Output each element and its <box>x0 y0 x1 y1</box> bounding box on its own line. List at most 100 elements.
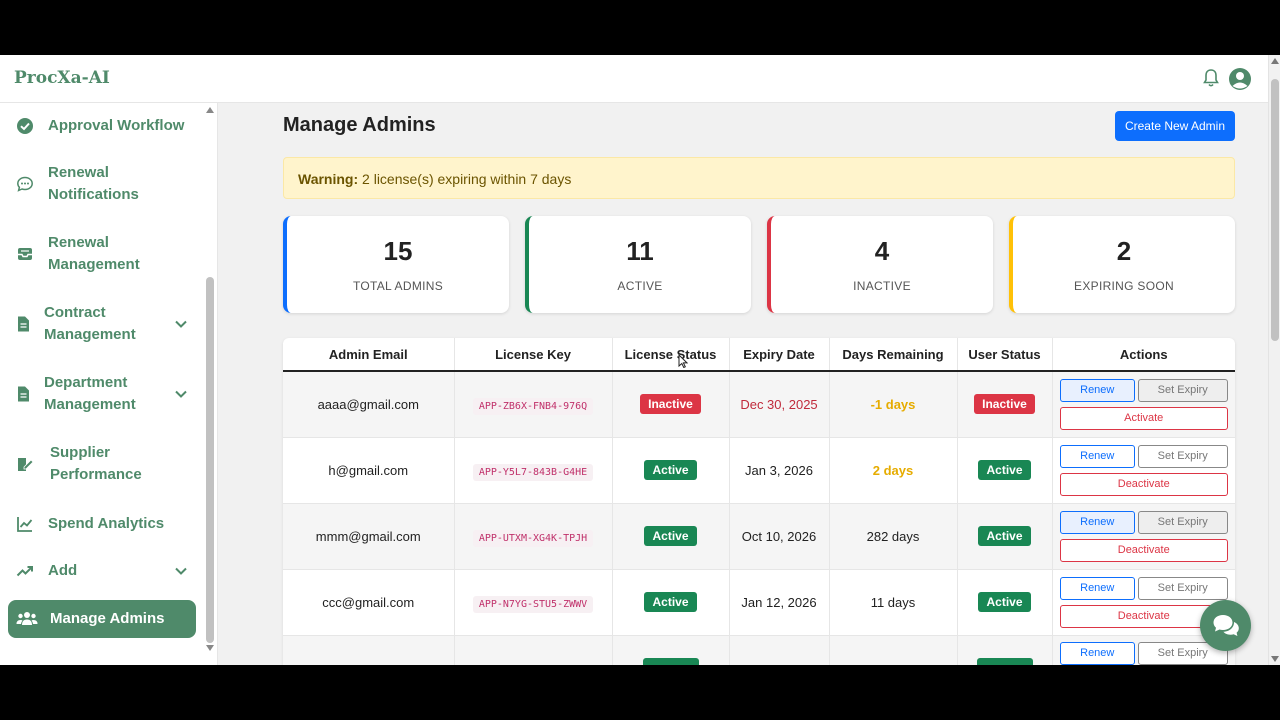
window-scrollbar[interactable] <box>1268 55 1280 665</box>
sidebar: Approval Workflow Renewal Notifications R… <box>0 103 218 665</box>
sidebar-item-supplier-performance[interactable]: Supplier Performance <box>8 442 196 486</box>
renew-button[interactable]: Renew <box>1059 378 1135 402</box>
admin-email: ccc@gmail.com <box>283 569 455 636</box>
sidebar-scroll-thumb[interactable] <box>206 277 214 643</box>
set-expiry-button[interactable]: Set Expiry <box>1137 378 1228 402</box>
chevron-down-icon[interactable] <box>174 317 188 331</box>
license-key: APP-UTXM-XG4K-TPJH <box>472 529 594 547</box>
set-expiry-button[interactable]: Set Expiry <box>1137 576 1228 600</box>
stat-value: 4 <box>874 236 890 266</box>
column-header[interactable]: Actions <box>1052 338 1235 372</box>
set-expiry-button[interactable]: Set Expiry <box>1137 444 1228 468</box>
set-expiry-button[interactable]: Set Expiry <box>1137 510 1228 534</box>
sidebar-item-manage-admins[interactable]: Manage Admins <box>8 600 196 638</box>
row-actions: Renew Set Expiry Activate <box>1053 378 1236 430</box>
sidebar-item-label: Renewal <box>48 234 109 251</box>
sidebar-item-renewal-notifications[interactable]: Renewal Notifications <box>8 162 196 206</box>
stat-value: 2 <box>1116 236 1132 266</box>
chat-button[interactable] <box>1200 600 1251 651</box>
create-new-admin-button[interactable]: Create New Admin <box>1115 111 1235 141</box>
column-header[interactable]: License Key <box>454 338 613 372</box>
column-header[interactable]: Admin Email <box>283 338 455 372</box>
sidebar-item-renewal-management[interactable]: Renewal Management <box>8 232 196 276</box>
admin-email: mmm@gmail.com <box>283 503 455 570</box>
warning-text: 2 license(s) expiring within 7 days <box>362 171 572 187</box>
renew-button[interactable]: Renew <box>1059 444 1135 468</box>
sidebar-item-approval-workflow[interactable]: Approval Workflow <box>8 114 196 138</box>
chevron-down-icon[interactable] <box>174 564 188 578</box>
days-remaining: 11 days <box>829 569 958 636</box>
days-remaining: 282 days <box>829 503 958 570</box>
user-avatar-icon[interactable] <box>1228 67 1252 91</box>
sidebar-item-add[interactable]: Add <box>8 559 196 583</box>
bell-icon[interactable] <box>1202 68 1220 88</box>
user-status-badge: Active <box>978 592 1031 612</box>
stat-label: TOTAL ADMINS <box>352 279 444 293</box>
line-chart-icon <box>17 517 33 532</box>
scroll-up-arrow-icon[interactable] <box>1271 58 1279 64</box>
page-title: Manage Admins <box>283 114 436 136</box>
sidebar-item-label: Spend Analytics <box>48 515 165 532</box>
table-row: Renew Set Expiry <box>283 635 1235 665</box>
stat-value: 11 <box>626 236 654 266</box>
expiry-date: Oct 10, 2026 <box>729 503 830 570</box>
stat-card-inactive: 4 INACTIVE <box>767 216 993 313</box>
sidebar-item-label: Add <box>48 562 78 579</box>
scroll-down-arrow-icon[interactable] <box>1271 656 1279 662</box>
renew-button[interactable]: Renew <box>1059 641 1135 665</box>
sidebar-item-label: Supplier <box>50 444 111 461</box>
license-status-badge: Inactive <box>640 394 701 415</box>
column-header[interactable]: User Status <box>957 338 1053 372</box>
row-actions: Renew Set Expiry Deactivate <box>1053 444 1236 496</box>
activate-button[interactable]: Activate <box>1059 406 1228 430</box>
column-header[interactable]: Days Remaining <box>829 338 958 372</box>
user-status-badge: Active <box>978 460 1031 480</box>
file-icon <box>18 386 29 402</box>
file-icon <box>18 316 29 332</box>
sidebar-item-label: Management <box>44 326 136 343</box>
license-key: APP-Y5L7-843B-G4HE <box>472 463 594 481</box>
table-row: h@gmail.com APP-Y5L7-843B-G4HE Active Ja… <box>283 437 1236 504</box>
license-key: APP-N7YG-STU5-ZWWV <box>472 595 594 613</box>
mouse-cursor-icon <box>678 354 688 368</box>
stat-card-total-admins: 15 TOTAL ADMINS <box>283 216 509 313</box>
expiry-date: Jan 12, 2026 <box>729 569 830 636</box>
chat-bubbles-icon <box>1213 615 1239 636</box>
sidebar-item-label: Performance <box>50 466 142 483</box>
users-icon <box>16 612 38 625</box>
sidebar-item-contract-management[interactable]: Contract Management <box>8 302 196 346</box>
row-actions: Renew Set Expiry <box>1053 641 1236 665</box>
license-status-badge: Active <box>644 526 697 546</box>
sidebar-item-department-management[interactable]: Department Management <box>8 372 196 416</box>
renew-button[interactable]: Renew <box>1059 576 1135 600</box>
warning-label: Warning: <box>298 171 359 187</box>
deactivate-button[interactable]: Deactivate <box>1059 538 1228 562</box>
warning-alert: Warning: 2 license(s) expiring within 7 … <box>283 157 1235 199</box>
license-status-badge <box>642 657 699 665</box>
days-remaining: -1 days <box>829 371 958 438</box>
sidebar-item-spend-analytics[interactable]: Spend Analytics <box>8 512 196 536</box>
sidebar-scrollbar[interactable] <box>203 103 217 659</box>
scroll-down-arrow-icon[interactable] <box>206 645 214 651</box>
admins-table-card: Admin Email License Key License Status E… <box>283 338 1235 665</box>
days-remaining: 2 days <box>829 437 958 504</box>
scroll-up-arrow-icon[interactable] <box>206 107 214 113</box>
trend-up-icon <box>16 566 33 577</box>
renew-button[interactable]: Renew <box>1059 510 1135 534</box>
license-key: APP-ZB6X-FNB4-976Q <box>472 397 594 415</box>
row-actions: Renew Set Expiry Deactivate <box>1053 510 1236 562</box>
table-row: mmm@gmail.com APP-UTXM-XG4K-TPJH Active … <box>283 503 1236 570</box>
column-header[interactable]: License Status <box>612 338 730 372</box>
letterbox-bottom <box>0 665 1280 720</box>
sidebar-item-label: Management <box>48 256 140 273</box>
window-scroll-thumb[interactable] <box>1271 79 1279 341</box>
admins-table: Admin Email License Key License Status E… <box>283 338 1235 665</box>
chevron-down-icon[interactable] <box>174 387 188 401</box>
brand-logo[interactable]: ProcXa-AI <box>14 68 110 88</box>
column-header[interactable]: Expiry Date <box>729 338 830 372</box>
deactivate-button[interactable]: Deactivate <box>1059 472 1228 496</box>
user-status-badge: Active <box>978 526 1031 546</box>
sidebar-item-label: Management <box>44 396 136 413</box>
edit-document-icon <box>18 458 34 471</box>
stat-label: INACTIVE <box>853 279 911 293</box>
